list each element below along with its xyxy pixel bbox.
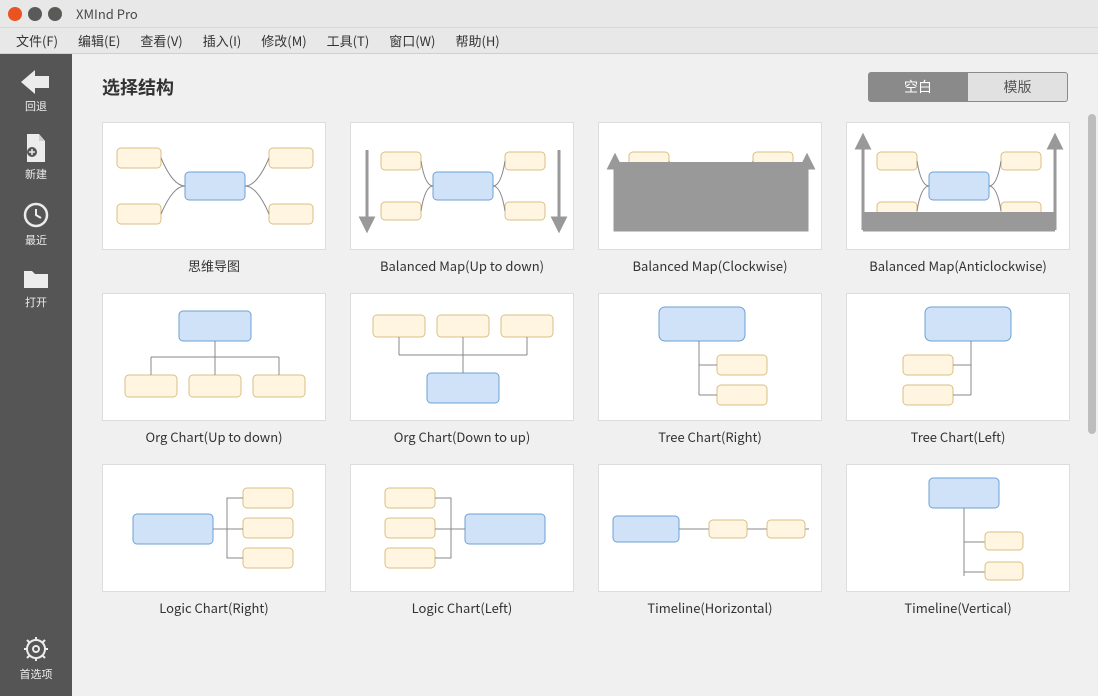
menu-modify[interactable]: 修改(M)	[251, 28, 316, 53]
close-icon[interactable]	[8, 7, 22, 21]
sidebar-new-label: 新建	[25, 166, 47, 182]
clock-icon	[23, 202, 49, 228]
template-label: Org Chart(Up to down)	[145, 427, 282, 446]
template-thumb	[102, 122, 326, 250]
menu-insert[interactable]: 插入(I)	[193, 28, 252, 53]
sidebar-new[interactable]: 新建	[0, 130, 72, 186]
template-label: Timeline(Vertical)	[904, 598, 1011, 617]
template-thumb	[846, 464, 1070, 592]
template-tree-right[interactable]: Tree Chart(Right)	[598, 293, 822, 446]
sidebar-preferences[interactable]: 首选项	[0, 632, 72, 686]
content-header: 选择结构 空白 模版	[102, 72, 1068, 102]
template-thumb	[598, 293, 822, 421]
menu-file[interactable]: 文件(F)	[6, 28, 68, 53]
template-label: Balanced Map(Anticlockwise)	[869, 256, 1047, 275]
template-org-up[interactable]: Org Chart(Down to up)	[350, 293, 574, 446]
template-label: 思维导图	[188, 256, 240, 275]
template-thumb	[350, 122, 574, 250]
template-org-down[interactable]: Org Chart(Up to down)	[102, 293, 326, 446]
minimize-icon[interactable]	[28, 7, 42, 21]
window-controls	[8, 7, 62, 21]
sidebar-open-label: 打开	[25, 294, 47, 310]
template-thumb	[598, 464, 822, 592]
sidebar-open[interactable]: 打开	[0, 264, 72, 314]
sidebar-prefs-label: 首选项	[20, 666, 53, 682]
menu-bar: 文件(F) 编辑(E) 查看(V) 插入(I) 修改(M) 工具(T) 窗口(W…	[0, 28, 1098, 54]
template-thumb	[102, 293, 326, 421]
scrollbar-thumb[interactable]	[1088, 114, 1096, 434]
template-timeline-v[interactable]: Timeline(Vertical)	[846, 464, 1070, 617]
template-grid: 思维导图	[102, 122, 1068, 617]
template-balanced-anticw[interactable]: Balanced Map(Anticlockwise)	[846, 122, 1070, 275]
menu-window[interactable]: 窗口(W)	[379, 28, 445, 53]
new-file-icon	[24, 134, 48, 162]
template-timeline-h[interactable]: Timeline(Horizontal)	[598, 464, 822, 617]
title-bar: XMInd Pro	[0, 0, 1098, 28]
template-logic-right[interactable]: Logic Chart(Right)	[102, 464, 326, 617]
template-thumb	[102, 464, 326, 592]
sidebar-back-label: 回退	[25, 98, 47, 114]
menu-help[interactable]: 帮助(H)	[445, 28, 509, 53]
template-label: Tree Chart(Left)	[911, 427, 1006, 446]
menu-edit[interactable]: 编辑(E)	[68, 28, 130, 53]
template-balanced-clockwise[interactable]: Balanced Map(Clockwise)	[598, 122, 822, 275]
template-thumb	[350, 464, 574, 592]
maximize-icon[interactable]	[48, 7, 62, 21]
view-toggle: 空白 模版	[868, 72, 1068, 102]
folder-icon	[22, 268, 50, 290]
sidebar-back[interactable]: 回退	[0, 66, 72, 118]
template-logic-left[interactable]: Logic Chart(Left)	[350, 464, 574, 617]
gear-icon	[23, 636, 49, 662]
template-label: Logic Chart(Left)	[412, 598, 513, 617]
template-label: Timeline(Horizontal)	[647, 598, 772, 617]
scrollbar[interactable]	[1088, 114, 1096, 474]
menu-tools[interactable]: 工具(T)	[317, 28, 380, 53]
page-heading: 选择结构	[102, 74, 174, 100]
arrow-left-icon	[19, 70, 53, 94]
template-mindmap[interactable]: 思维导图	[102, 122, 326, 275]
template-thumb	[350, 293, 574, 421]
app-title: XMInd Pro	[76, 4, 138, 23]
template-thumb	[846, 293, 1070, 421]
template-label: Logic Chart(Right)	[159, 598, 268, 617]
template-label: Org Chart(Down to up)	[394, 427, 531, 446]
sidebar-recent-label: 最近	[25, 232, 47, 248]
sidebar: 回退 新建 最近 打开	[0, 54, 72, 696]
toggle-blank[interactable]: 空白	[868, 72, 968, 102]
content-area: 选择结构 空白 模版	[72, 54, 1098, 696]
template-thumb	[846, 122, 1070, 250]
template-tree-left[interactable]: Tree Chart(Left)	[846, 293, 1070, 446]
template-label: Balanced Map(Clockwise)	[633, 256, 788, 275]
menu-view[interactable]: 查看(V)	[130, 28, 192, 53]
template-label: Tree Chart(Right)	[658, 427, 762, 446]
template-thumb	[598, 122, 822, 250]
toggle-template[interactable]: 模版	[968, 72, 1068, 102]
template-label: Balanced Map(Up to down)	[380, 256, 544, 275]
sidebar-recent[interactable]: 最近	[0, 198, 72, 252]
template-balanced-down[interactable]: Balanced Map(Up to down)	[350, 122, 574, 275]
